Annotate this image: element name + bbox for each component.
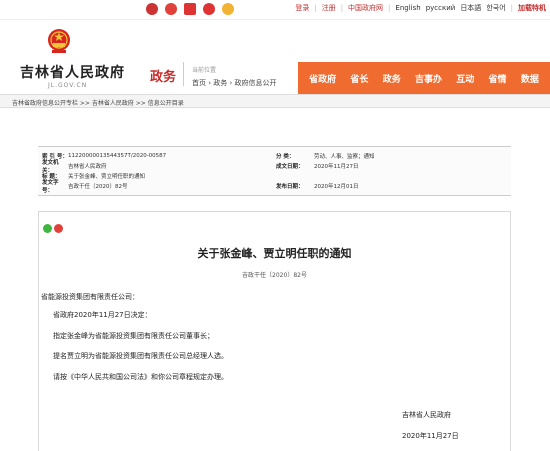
accessibility-icon[interactable] xyxy=(203,3,215,15)
title-value: 关于张金峰、贾立明任职的通知 xyxy=(68,174,146,180)
site-domain: JL.GOV.CN xyxy=(48,82,88,89)
doc-number-value: 吉政干任〔2020〕82号 xyxy=(68,184,128,190)
login-link[interactable]: 登录 xyxy=(295,3,309,13)
written-date-label: 成文日期： xyxy=(276,164,304,170)
share-wechat-icon[interactable] xyxy=(43,224,52,233)
paragraph: 请按《中华人民共和国公司法》和你公司章程规定办理。 xyxy=(53,373,228,381)
register-link[interactable]: 注册 xyxy=(322,3,336,13)
issuer-value: 吉林省人民政府 xyxy=(68,164,107,170)
share-weibo-icon[interactable] xyxy=(54,224,63,233)
nav-item-data[interactable]: 数据 xyxy=(521,72,539,85)
nav-item-province-gov[interactable]: 省政府 xyxy=(309,72,336,85)
published-date-label: 发布日期： xyxy=(276,184,304,190)
nav-item-province-info[interactable]: 省情 xyxy=(489,72,507,85)
nav-item-interaction[interactable]: 互动 xyxy=(456,72,474,85)
category-label: 分 类： xyxy=(276,154,295,160)
article-doc-number: 吉政干任〔2020〕82号 xyxy=(242,272,307,279)
national-emblem-icon xyxy=(48,29,70,53)
meta-row: 标 题： 关于张金峰、贾立明任职的通知 xyxy=(38,171,511,181)
header-breadcrumb[interactable]: 首页 › 政务 › 政府信息公开 xyxy=(192,78,277,88)
index-value: 11220000013544357T/2020-00587 xyxy=(68,153,167,159)
site-header: 吉林省人民政府 JL.GOV.CN 政务 当前位置 首页 › 政务 › 政府信息… xyxy=(0,20,550,94)
paragraph: 省政府2020年11月27日决定： xyxy=(53,311,152,319)
sign-date: 2020年11月27日 xyxy=(402,432,459,440)
subscribe-link[interactable]: 加载特机 xyxy=(518,3,546,13)
english-link[interactable]: English xyxy=(395,4,420,12)
top-links: 登录 | 注册 | 中国政府网 | English русский 日本語 한국… xyxy=(295,3,546,13)
gov-portal-link[interactable]: 中国政府网 xyxy=(348,3,383,13)
nav-item-affairs[interactable]: 政务 xyxy=(383,72,401,85)
japanese-link[interactable]: 日本語 xyxy=(460,3,481,13)
written-date-value: 2020年11月27日 xyxy=(314,164,359,170)
paragraph: 提名贾立明为省能源投资集团有限责任公司总经理人选。 xyxy=(53,352,228,360)
published-date-value: 2020年12月01日 xyxy=(314,184,359,190)
wechat-icon[interactable] xyxy=(146,3,158,15)
section-title: 政务 xyxy=(150,70,177,85)
location-label: 当前位置 xyxy=(192,67,217,74)
meta-row: 发文机关： 吉林省人民政府 成文日期： 2020年11月27日 xyxy=(38,160,511,174)
site-name[interactable]: 吉林省人民政府 xyxy=(20,62,125,82)
doc-number-label: 发文字号： xyxy=(42,180,59,194)
meta-row: 索 引 号： 11220000013544357T/2020-00587 分 类… xyxy=(38,151,511,161)
mobile-icon[interactable] xyxy=(184,3,196,15)
korean-link[interactable]: 한국어 xyxy=(486,3,505,13)
russian-link[interactable]: русский xyxy=(426,4,456,12)
main-nav: 省政府 省长 政务 吉事办 互动 省情 数据 xyxy=(298,62,550,94)
weibo-icon[interactable] xyxy=(165,3,177,15)
paragraph: 指定张金峰为省能源投资集团有限责任公司董事长； xyxy=(53,332,214,340)
divider xyxy=(183,62,184,86)
signature: 吉林省人民政府 xyxy=(402,411,451,419)
social-icons xyxy=(146,3,234,15)
mascot-icon[interactable] xyxy=(222,3,234,15)
nav-item-services[interactable]: 吉事办 xyxy=(415,72,442,85)
meta-row: 发文字号： 吉政干任〔2020〕82号 发布日期： 2020年12月01日 xyxy=(38,180,511,194)
article-title: 关于张金峰、贾立明任职的通知 xyxy=(197,247,352,260)
breadcrumb[interactable]: 吉林省政府信息公开专栏 >> 吉林省人民政府 >> 信息公开目录 xyxy=(0,94,550,108)
salutation: 省能源投资集团有限责任公司： xyxy=(41,293,139,301)
category-value: 劳动、人事、监察；通知 xyxy=(314,154,375,160)
nav-item-governor[interactable]: 省长 xyxy=(350,72,368,85)
top-strip: 登录 | 注册 | 中国政府网 | English русский 日本語 한국… xyxy=(0,0,550,20)
article-body: 关于张金峰、贾立明任职的通知 吉政干任〔2020〕82号 省能源投资集团有限责任… xyxy=(38,211,511,451)
metadata-table: 索 引 号： 11220000013544357T/2020-00587 分 类… xyxy=(38,146,511,196)
share-bar xyxy=(43,224,63,233)
